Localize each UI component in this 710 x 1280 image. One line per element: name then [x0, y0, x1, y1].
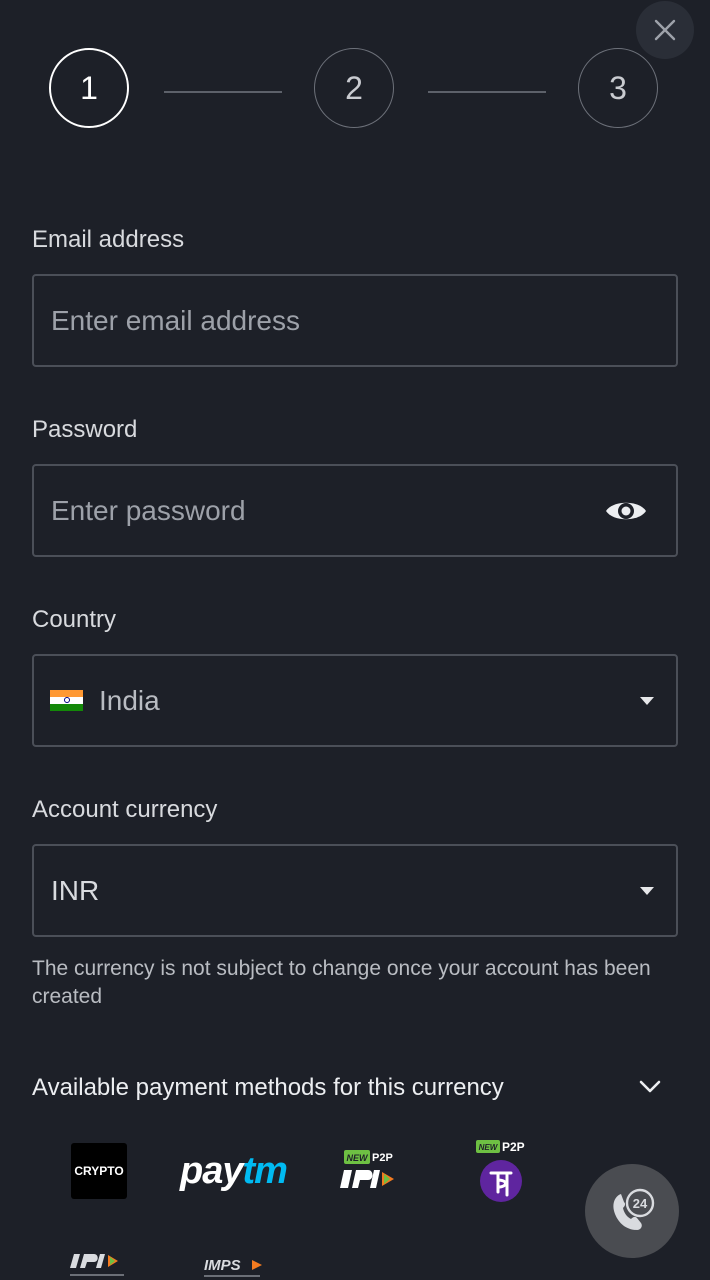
dropdown-caret-icon	[640, 886, 654, 895]
registration-stepper: 1 2 3	[49, 48, 661, 130]
currency-helper-text: The currency is not subject to change on…	[32, 957, 651, 1008]
svg-text:P2P: P2P	[372, 1152, 393, 1164]
country-selected-value: India	[99, 684, 160, 716]
password-field-container	[32, 464, 678, 557]
upi-p2p-logo: NEW P2P	[338, 1150, 400, 1194]
eye-icon[interactable]	[604, 496, 648, 526]
svg-text:P2P: P2P	[502, 1140, 525, 1154]
currency-selected-value: INR	[51, 874, 100, 906]
currency-select[interactable]: INR	[32, 844, 678, 937]
dropdown-caret-icon	[640, 696, 654, 705]
step-connector	[164, 91, 282, 93]
svg-text:24: 24	[633, 1196, 648, 1211]
crypto-logo: CRYPTO	[71, 1143, 127, 1199]
payment-methods-title: Available payment methods for this curre…	[32, 1074, 504, 1101]
support-24-icon: 24	[613, 1188, 655, 1230]
step-3: 3	[578, 48, 658, 128]
email-field-container	[32, 274, 678, 367]
support-24-button[interactable]: 24	[585, 1164, 679, 1258]
india-flag-icon	[50, 689, 83, 712]
close-icon	[654, 19, 676, 41]
email-label: Email address	[32, 226, 185, 253]
svg-text:IMPS: IMPS	[204, 1257, 241, 1274]
imps-logo: IMPS	[202, 1256, 266, 1280]
password-field[interactable]	[34, 466, 571, 555]
email-field[interactable]	[34, 276, 571, 365]
currency-label: Account currency	[32, 796, 218, 823]
chevron-down-icon	[639, 1080, 661, 1093]
svg-text:NEW: NEW	[479, 1143, 499, 1152]
country-label: Country	[32, 606, 117, 633]
paytm-logo: paytm	[180, 1150, 288, 1192]
step-1: 1	[49, 48, 129, 128]
country-select[interactable]: India	[32, 654, 678, 747]
payment-methods-toggle[interactable]: Available payment methods for this curre…	[32, 1068, 672, 1108]
phonepe-p2p-logo: NEW P2P	[476, 1140, 528, 1206]
registration-screen: 1 2 3 Email address Password Country Ind…	[0, 0, 710, 1280]
svg-text:NEW: NEW	[347, 1153, 370, 1163]
step-connector	[428, 91, 546, 93]
step-2: 2	[314, 48, 394, 128]
upi-logo	[68, 1252, 130, 1280]
password-label: Password	[32, 416, 138, 443]
